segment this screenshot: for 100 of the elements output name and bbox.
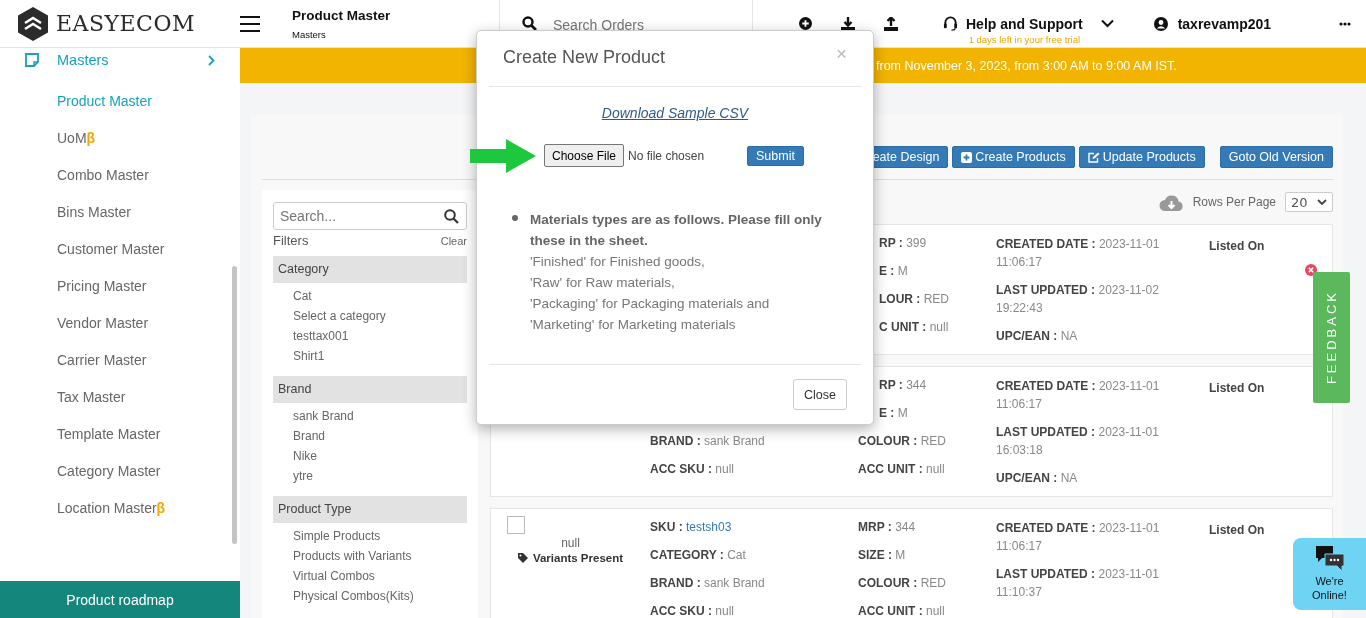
plus-square-icon — [961, 151, 973, 163]
sidebar-item[interactable]: Bins Master — [0, 194, 240, 231]
note-line: 'Marketing' for Marketing materials — [530, 316, 737, 334]
dialog-title: Create New Product — [503, 47, 666, 68]
filter-option[interactable]: Nike — [293, 446, 467, 466]
product-field: C UNIT : null — [858, 319, 996, 347]
sidebar-item[interactable]: Combo Master — [0, 157, 240, 194]
section-label: Masters — [57, 52, 109, 68]
listed-on-label: Listed On — [1209, 523, 1265, 537]
close-button[interactable]: Close — [793, 379, 847, 410]
product-field: RP : 344 — [858, 377, 996, 405]
checkbox[interactable] — [506, 516, 525, 534]
filter-option[interactable]: Shirt1 — [293, 346, 467, 366]
filter-option[interactable]: Virtual Combos — [293, 566, 467, 586]
edit-icon — [1087, 151, 1100, 163]
product-field: BRAND : sank Brand — [650, 433, 858, 461]
product-field: CATEGORY : Cat — [650, 547, 858, 575]
product-field: MRP : 344 — [858, 519, 996, 547]
note-line: 'Raw' for Raw materials, — [530, 274, 676, 292]
filter-group-header[interactable]: Product Type — [273, 496, 467, 523]
product-field: ACC SKU : null — [650, 603, 858, 618]
page-title: Product Master — [292, 7, 392, 23]
help-and-support-link[interactable]: Help and Support — [966, 16, 1083, 32]
product-field: LAST UPDATED : 2023-11-01 16:03:18 — [996, 423, 1171, 459]
product-field: UPC/EAN : NA — [996, 469, 1171, 487]
upload-icon[interactable] — [884, 16, 898, 31]
product-field: ACC UNIT : null — [858, 603, 996, 618]
image-caption: null — [561, 536, 580, 550]
filter-option[interactable]: ytre — [293, 466, 467, 486]
arrow-icon — [470, 139, 536, 173]
product-field: COLOUR : RED — [858, 575, 996, 603]
note-icon — [25, 53, 39, 67]
search-icon[interactable] — [444, 209, 459, 224]
sidebar-item[interactable]: Category Master — [0, 453, 240, 490]
sidebar-item[interactable]: Tax Master — [0, 379, 240, 416]
product-field: CREATED DATE : 2023-11-01 11:06:17 — [996, 235, 1171, 271]
product-field: SIZE : M — [858, 547, 996, 575]
rows-per-page-label: Rows Per Page — [1192, 195, 1276, 209]
sidebar-item[interactable]: Product Master — [0, 83, 240, 120]
sidebar-section[interactable]: Masters — [0, 49, 240, 71]
filter-option[interactable]: Simple Products — [293, 526, 467, 546]
filter-option[interactable]: Physical Combos(Kits) — [293, 586, 467, 606]
chat-widget[interactable]: We're Online! — [1293, 538, 1366, 610]
chevron-down-icon[interactable] — [1100, 19, 1114, 28]
chevron-down-icon — [1317, 198, 1327, 206]
chat-icon — [1315, 546, 1344, 571]
add-icon[interactable] — [799, 17, 812, 30]
filter-option[interactable]: Cat — [293, 286, 467, 306]
sidebar-item[interactable]: Vendor Master — [0, 305, 240, 342]
search-icon[interactable] — [522, 16, 537, 31]
product-field: E : M — [858, 263, 996, 291]
filter-group-header[interactable]: Brand — [273, 376, 467, 403]
listed-on-label: Listed On — [1209, 239, 1265, 253]
product-field: RP : 399 — [858, 235, 996, 263]
product-field: UPC/EAN : NA — [996, 327, 1171, 345]
product-roadmap-button[interactable]: Product roadmap — [0, 581, 240, 618]
product-field: LOUR : RED — [858, 291, 996, 319]
filter-option[interactable]: Select a category — [293, 306, 467, 326]
toolbar-button[interactable]: Create Products — [952, 146, 1075, 168]
clear-link[interactable]: Clear — [440, 234, 467, 247]
chevron-right-icon — [208, 54, 215, 66]
product-field: CREATED DATE : 2023-11-01 11:06:17 — [996, 519, 1171, 555]
tag-icon — [517, 553, 530, 563]
headset-icon[interactable] — [943, 16, 958, 31]
menu-icon[interactable] — [240, 15, 260, 32]
note-line: 'Finished' for Finished goods, — [530, 253, 706, 271]
filter-option[interactable]: Brand — [293, 426, 467, 446]
user-icon[interactable] — [1153, 16, 1168, 31]
download-icon[interactable] — [841, 16, 855, 31]
product-field: COLOUR : RED — [858, 433, 996, 461]
filter-option[interactable]: testtax001 — [293, 326, 467, 346]
file-status: No file chosen — [628, 148, 706, 163]
variants-tag: Variants Present — [517, 552, 624, 564]
download-sample-csv-link[interactable]: Download Sample CSV — [601, 105, 749, 121]
note-heading: Materials types are as follows. Please fill only these in the sheet. — [530, 211, 823, 250]
more-icon[interactable] — [1339, 21, 1351, 26]
banner-text: from November 3, 2023, from 3:00 AM to 9:00 AM IST. — [876, 58, 1177, 73]
rows-per-page-select[interactable]: 20 — [1285, 192, 1333, 212]
filter-group-header[interactable]: Category — [273, 256, 467, 283]
toolbar-button[interactable]: Update Products — [1078, 146, 1205, 168]
sidebar-item[interactable]: Carrier Master — [0, 342, 240, 379]
cloud-download-icon[interactable] — [1158, 192, 1184, 212]
user-name[interactable]: taxrevamp201 — [1177, 15, 1272, 32]
sidebar-item[interactable]: UoMβ — [0, 120, 240, 157]
product-field: LAST UPDATED : 2023-11-01 11:10:37 — [996, 565, 1171, 601]
toolbar-button[interactable]: Goto Old Version — [1219, 146, 1333, 168]
sidebar-item[interactable]: Pricing Master — [0, 268, 240, 305]
sidebar-item[interactable]: Template Master — [0, 416, 240, 453]
bullet-icon — [512, 215, 518, 221]
logo-icon — [18, 6, 48, 41]
choose-file-button[interactable]: Choose File — [544, 144, 625, 167]
filter-search-field[interactable]: Search... — [273, 202, 467, 230]
filter-option[interactable]: Products with Variants — [293, 546, 467, 566]
submit-button[interactable]: Submit — [747, 145, 804, 166]
sidebar-item[interactable]: Customer Master — [0, 231, 240, 268]
product-field: CREATED DATE : 2023-11-01 11:06:17 — [996, 377, 1171, 413]
product-field: LAST UPDATED : 2023-11-02 19:22:43 — [996, 281, 1171, 317]
product-field: E : M — [858, 405, 996, 433]
filter-option[interactable]: sank Brand — [293, 406, 467, 426]
sidebar-item[interactable]: Location Masterβ — [0, 490, 240, 527]
